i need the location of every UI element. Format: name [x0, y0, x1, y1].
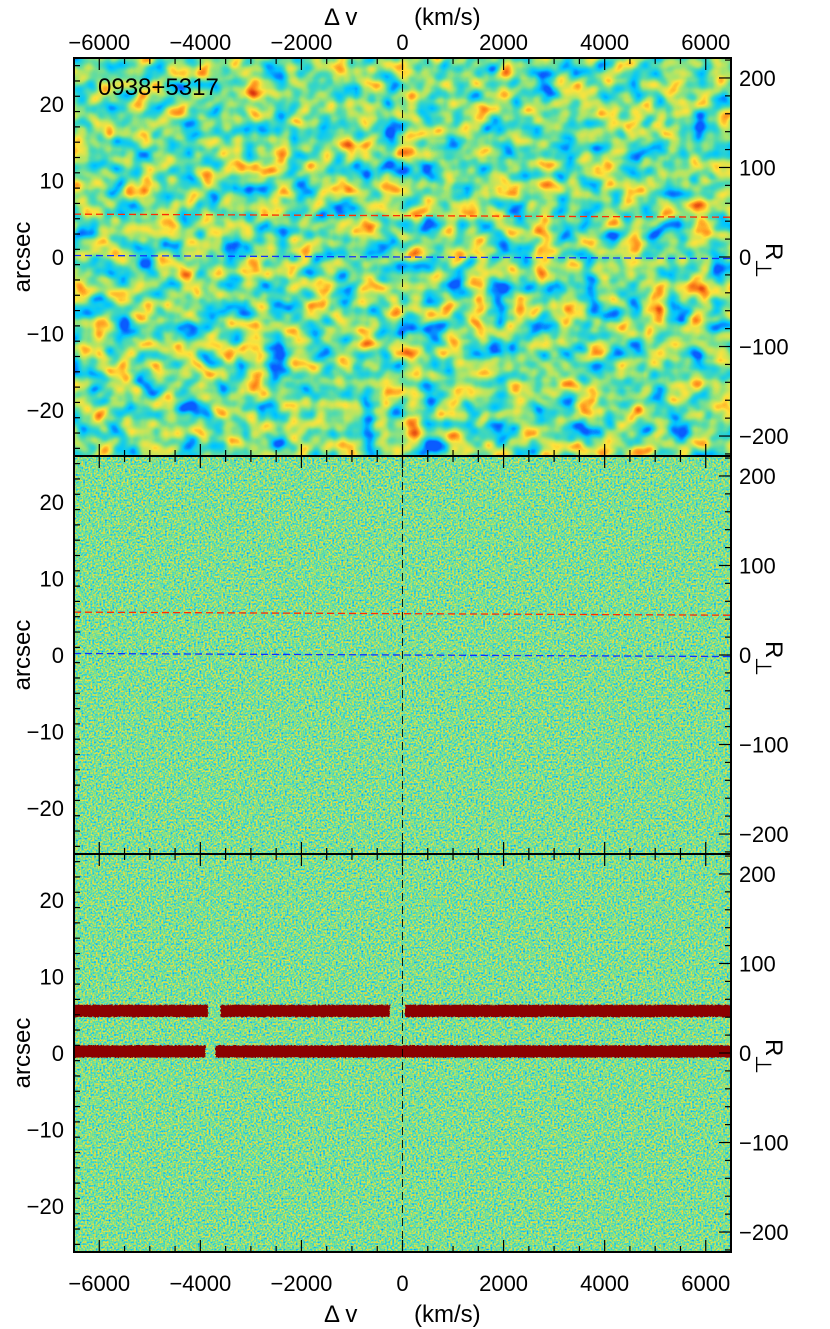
x-tick-label-bottom: 2000	[479, 1271, 528, 1296]
y-left-axis-title: arcsec	[9, 620, 36, 691]
trace-0-segment-1	[220, 1004, 390, 1018]
y-right-tick-label: 0	[739, 643, 751, 668]
y-right-tick-label: 0	[739, 1041, 751, 1066]
y-right-axis-title: R	[760, 243, 787, 260]
trace-0-segment-2	[405, 1004, 731, 1018]
y-right-tick-label: −100	[739, 335, 789, 360]
x-axis-bottom-symbol: Δ v	[324, 1301, 357, 1328]
y-left-tick-label: 20	[40, 888, 64, 913]
y-left-tick-label: −10	[27, 720, 64, 745]
panel-annotation: 0938+5317	[98, 74, 219, 101]
y-right-tick-label: −100	[739, 733, 789, 758]
y-left-axis-title: arcsec	[9, 222, 36, 293]
y-left-tick-label: 0	[52, 643, 64, 668]
y-left-tick-label: −20	[27, 398, 64, 423]
y-left-axis-title: arcsec	[9, 1018, 36, 1089]
trace-0-segment-0	[74, 1004, 208, 1018]
y-left-tick-label: 0	[52, 1041, 64, 1066]
x-tick-label-bottom: 4000	[580, 1271, 629, 1296]
x-tick-label-top: −6000	[68, 30, 130, 55]
y-right-tick-label: 200	[739, 862, 776, 887]
x-tick-label-top: 2000	[479, 30, 528, 55]
y-right-axis-subscript: ⊥	[751, 657, 776, 676]
x-tick-label-bottom: −4000	[169, 1271, 231, 1296]
y-right-tick-label: −200	[739, 424, 789, 449]
y-left-tick-label: 20	[40, 92, 64, 117]
y-right-tick-label: 0	[739, 245, 751, 270]
y-right-axis-title: R	[760, 1039, 787, 1056]
x-tick-label-top: −4000	[169, 30, 231, 55]
y-right-tick-label: 100	[739, 155, 776, 180]
y-left-tick-label: −10	[27, 322, 64, 347]
y-left-tick-label: −20	[27, 796, 64, 821]
trace-1-segment-1	[215, 1045, 731, 1058]
y-left-tick-label: 0	[52, 245, 64, 270]
x-tick-label-top: −2000	[271, 30, 333, 55]
x-axis-top-symbol: Δ v	[324, 4, 357, 31]
x-axis-top-unit: (km/s)	[414, 4, 481, 31]
x-tick-label-top: 4000	[580, 30, 629, 55]
x-tick-label-bottom: −6000	[68, 1271, 130, 1296]
y-right-tick-label: 100	[739, 951, 776, 976]
y-left-tick-label: −10	[27, 1118, 64, 1143]
y-left-tick-label: 10	[40, 566, 64, 591]
x-axis-bottom-unit: (km/s)	[414, 1301, 481, 1328]
y-right-tick-label: −200	[739, 822, 789, 847]
trace-1-segment-0	[74, 1045, 206, 1058]
x-tick-label-bottom: −2000	[271, 1271, 333, 1296]
x-tick-label-top: 6000	[681, 30, 730, 55]
y-right-tick-label: −200	[739, 1220, 789, 1245]
y-right-tick-label: 100	[739, 553, 776, 578]
y-right-tick-label: 200	[739, 464, 776, 489]
y-right-tick-label: −100	[739, 1131, 789, 1156]
y-left-tick-label: 20	[40, 490, 64, 515]
y-right-axis-title: R	[760, 641, 787, 658]
figure: −6000−6000−4000−4000−2000−20000020002000…	[9, 4, 789, 1328]
y-right-axis-subscript: ⊥	[751, 1055, 776, 1074]
x-tick-label-top: 0	[396, 30, 408, 55]
x-tick-label-bottom: 0	[396, 1271, 408, 1296]
x-tick-label-bottom: 6000	[681, 1271, 730, 1296]
y-right-axis-subscript: ⊥	[751, 259, 776, 278]
y-left-tick-label: 10	[40, 964, 64, 989]
y-right-tick-label: 200	[739, 66, 776, 91]
y-left-tick-label: −20	[27, 1194, 64, 1219]
y-left-tick-label: 10	[40, 168, 64, 193]
